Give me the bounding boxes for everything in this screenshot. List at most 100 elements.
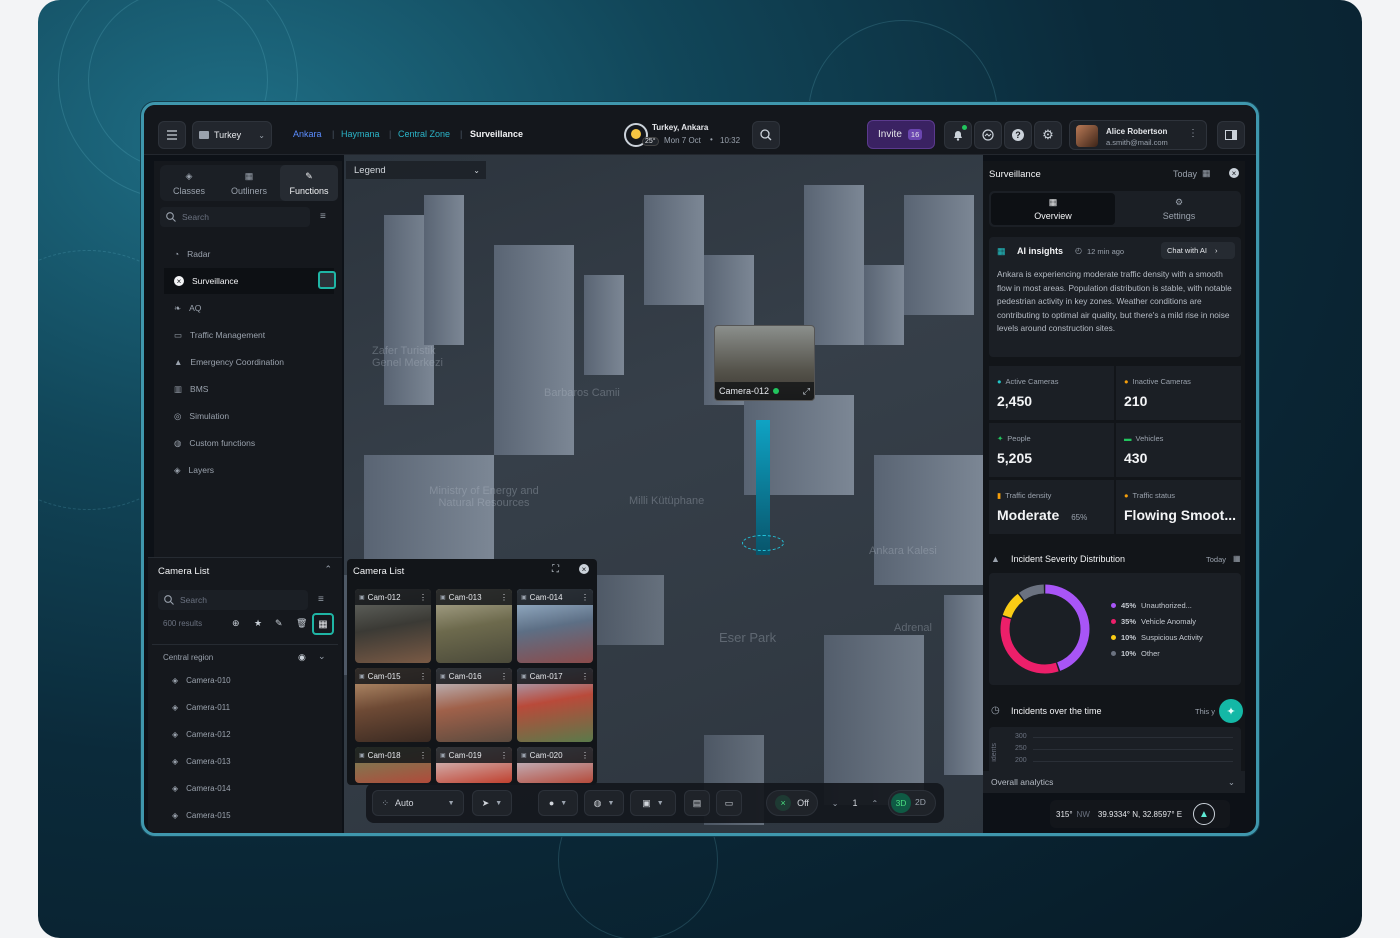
sidebar-item-custom[interactable]: ◍ Custom functions [164,430,334,456]
auto-select[interactable]: ⁘ Auto ▼ [372,790,464,816]
sidebar-item-surveillance[interactable]: × Surveillance [164,268,334,294]
help-button[interactable]: ? [1004,121,1032,149]
camera-tile[interactable]: ▣ Cam-020 ⋮ [517,747,593,783]
more-vertical-icon[interactable]: ⋮ [581,672,589,681]
close-icon[interactable]: × [579,564,589,574]
notifications-button[interactable] [944,121,972,149]
filter-icon[interactable]: ≡ [320,211,326,222]
mode-2d[interactable]: 2D [915,797,926,807]
search-button[interactable] [752,121,780,149]
chevron-down-icon[interactable]: ⌄ [318,651,326,662]
date-filter[interactable]: Today [1173,169,1197,179]
layers-icon: ◈ [174,464,181,475]
tab-functions[interactable]: ✎ Functions [280,165,338,201]
map-annotate-button[interactable]: ▤ [684,790,710,816]
camera-row[interactable]: ◈ Camera-015 [172,811,231,820]
more-vertical-icon[interactable]: ⋮ [500,593,508,602]
incident-filter[interactable]: Today [1206,555,1226,564]
add-icon[interactable]: ⊕ [232,618,240,629]
camera-popup[interactable]: Camera-012 ⤢ [714,325,815,401]
breadcrumb-ankara[interactable]: Ankara [293,129,322,139]
more-vertical-icon[interactable]: ⋮ [500,751,508,760]
camera-tile[interactable]: ▣ Cam-017 ⋮ [517,668,593,742]
globe-tool[interactable]: ◍ ▼ [584,790,624,816]
grid-view-toggle[interactable]: ▦ [312,613,334,635]
panel-toggle-button[interactable] [1217,121,1245,149]
sidebar-item-label: Layers [188,465,215,475]
camera-tile[interactable]: ▣ Cam-018 ⋮ [355,747,431,783]
sidebar-item-simulation[interactable]: ◎ Simulation [164,403,334,429]
camera-tile[interactable]: ▣ Cam-012 ⋮ [355,589,431,663]
more-vertical-icon[interactable]: ⋮ [1188,128,1198,139]
sidebar-item-traffic[interactable]: ▭ Traffic Management [164,322,334,348]
sidebar-search-input[interactable]: Search [160,207,310,227]
settings-button[interactable]: ⚙ [1034,121,1062,149]
chevron-up-icon[interactable]: ⌃ [872,799,879,808]
camera-tile[interactable]: ▣ Cam-019 ⋮ [436,747,512,783]
camera-row[interactable]: ◈ Camera-012 [172,730,231,739]
edit-icon[interactable]: ✎ [275,618,283,629]
camera-search-input[interactable]: Search [158,590,308,610]
more-vertical-icon[interactable]: ⋮ [581,751,589,760]
building [944,595,984,775]
camera-popup-footer: Camera-012 ⤢ [715,382,814,400]
ai-assist-button[interactable]: ✦ [1219,699,1243,723]
legend-dropdown[interactable]: Legend ⌄ [346,161,486,179]
view-mode-toggle[interactable]: 3D 2D [888,790,936,816]
floor-stepper[interactable]: ⌄ 1 ⌃ [826,790,884,816]
sidebar-item-layers[interactable]: ◈ Layers [164,457,334,483]
tab-outliners[interactable]: ▦ Outliners [220,165,278,201]
camera-icon: ◈ [172,676,179,685]
sidebar-item-emergency[interactable]: ▲ Emergency Coordination [164,349,334,375]
tab-settings[interactable]: ⚙ Settings [1117,193,1241,225]
sidebar-item-bms[interactable]: ▥ BMS [164,376,334,402]
eye-icon[interactable]: ◉ [298,652,306,663]
tab-classes[interactable]: ◈ Classes [160,165,218,201]
more-vertical-icon[interactable]: ⋮ [419,751,427,760]
close-icon[interactable]: × [1229,168,1239,178]
user-name: Alice Robertson [1106,127,1168,136]
surveillance-toggle[interactable] [318,271,336,289]
camera-tile[interactable]: ▣ Cam-014 ⋮ [517,589,593,663]
sidebar-item-aq[interactable]: ❧ AQ [164,295,334,321]
invite-button[interactable]: Invite 16 [867,120,935,149]
camera-row[interactable]: ◈ Camera-010 [172,676,231,685]
compass-icon[interactable]: ▲ [1193,803,1215,825]
chevron-up-icon[interactable]: ⌃ [324,564,332,575]
more-vertical-icon[interactable]: ⋮ [419,672,427,681]
camera-tile[interactable]: ▣ Cam-013 ⋮ [436,589,512,663]
more-vertical-icon[interactable]: ⋮ [419,593,427,602]
fullscreen-icon[interactable]: ⛶ [552,564,559,575]
messages-button[interactable] [974,121,1002,149]
breadcrumb-central-zone[interactable]: Central Zone [398,129,450,139]
trash-icon[interactable]: 🗑 [296,618,307,629]
expand-icon[interactable]: ⤢ [803,386,810,397]
breadcrumb-haymana[interactable]: Haymana [341,129,380,139]
camera-row[interactable]: ◈ Camera-013 [172,757,231,766]
pointer-tool[interactable]: ➤ ▼ [472,790,512,816]
over-time-filter[interactable]: This y [1195,707,1215,716]
camera-tile[interactable]: ▣ Cam-015 ⋮ [355,668,431,742]
country-select[interactable]: Turkey ⌄ [192,121,272,149]
chat-with-ai-button[interactable]: Chat with AI › [1161,242,1235,259]
more-vertical-icon[interactable]: ⋮ [500,672,508,681]
overall-analytics-bar[interactable]: Overall analytics ⌄ [983,771,1245,793]
pin-tool[interactable]: ● ▼ [538,790,578,816]
tab-overview[interactable]: ▦ Overview [991,193,1115,225]
comment-button[interactable]: ▭ [716,790,742,816]
status-icon: ● [1124,491,1129,500]
chevron-down-icon[interactable]: ⌄ [832,799,839,808]
filter-icon[interactable]: ≡ [318,594,324,605]
more-vertical-icon[interactable]: ⋮ [581,593,589,602]
camera-row[interactable]: ◈ Camera-011 [172,703,230,712]
menu-button[interactable] [158,121,186,149]
sync-toggle[interactable]: × Off [766,790,818,816]
camera-tool[interactable]: ▣ ▼ [630,790,676,816]
camera-row[interactable]: ◈ Camera-014 [172,784,231,793]
user-menu[interactable]: Alice Robertson a.smith@mail.com ⋮ [1069,120,1207,150]
mode-3d[interactable]: 3D [891,793,911,813]
sidebar-item-radar[interactable]: ◔ Radar [164,241,334,267]
camera-tile[interactable]: ▣ Cam-016 ⋮ [436,668,512,742]
star-icon[interactable]: ★ [254,618,262,629]
map-label: Adrenal [894,622,932,634]
